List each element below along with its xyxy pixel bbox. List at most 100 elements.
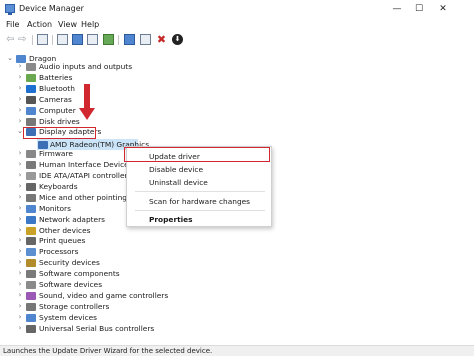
expand-chevron-icon[interactable]: › — [16, 214, 24, 225]
category-icon — [26, 215, 36, 224]
expand-chevron-icon[interactable]: › — [16, 203, 24, 214]
category-icon — [26, 302, 36, 311]
status-bar: Launches the Update Driver Wizard for th… — [0, 345, 474, 356]
tree-item-processors[interactable]: › Processors — [0, 246, 220, 257]
download-icon[interactable]: ⬇ — [172, 34, 183, 45]
expand-chevron-icon[interactable]: › — [16, 279, 24, 290]
tree-item-software-components[interactable]: › Software components — [0, 268, 220, 279]
menu-file[interactable]: File — [6, 20, 19, 29]
expand-chevron-icon[interactable]: › — [16, 312, 24, 323]
category-icon — [26, 193, 36, 202]
category-icon — [26, 226, 36, 235]
expand-chevron-icon[interactable]: › — [16, 148, 24, 159]
tree-item-label: Processors — [39, 247, 79, 257]
forward-arrow-icon[interactable]: ⇨ — [18, 34, 29, 45]
menu-bar: File Action View Help — [0, 18, 474, 32]
expand-chevron-icon[interactable]: › — [16, 159, 24, 170]
tree-item-disk-drives[interactable]: › Disk drives — [0, 116, 220, 127]
uninstall-icon[interactable]: ✖ — [156, 34, 167, 45]
tree-item-security-devices[interactable]: › Security devices — [0, 257, 220, 268]
category-icon — [26, 204, 36, 213]
tree-item-computer[interactable]: › Computer — [0, 105, 220, 116]
tree-item-system-devices[interactable]: › System devices — [0, 312, 220, 323]
menu-separator — [135, 210, 265, 211]
toolbar: ⇦ ⇨ ✖ ⬇ — [0, 32, 474, 47]
category-icon — [26, 259, 36, 268]
update-driver-icon[interactable] — [87, 34, 98, 45]
menu-item-scan-hardware[interactable]: Scan for hardware changes — [149, 197, 250, 206]
tree-item-label: Monitors — [39, 203, 71, 213]
menu-item-uninstall-device[interactable]: Uninstall device — [149, 178, 208, 187]
category-icon — [26, 150, 36, 159]
category-icon — [26, 172, 36, 180]
device-icon[interactable] — [140, 34, 151, 45]
category-icon — [26, 106, 36, 115]
category-icon — [26, 182, 36, 191]
tree-item-label: Software components — [39, 269, 120, 279]
tree-item-label: System devices — [39, 312, 98, 322]
tree-item-bluetooth[interactable]: › Bluetooth — [0, 83, 220, 94]
tree-item-print-queues[interactable]: › Print queues — [0, 235, 220, 246]
expand-chevron-icon[interactable]: › — [16, 170, 24, 181]
scan-hardware-icon[interactable] — [103, 34, 114, 45]
expand-chevron-icon[interactable]: › — [16, 290, 24, 301]
category-icon — [26, 291, 36, 300]
expand-chevron-icon[interactable]: › — [16, 181, 24, 192]
expand-chevron-icon[interactable]: › — [16, 225, 24, 236]
tree-item-label: Other devices — [39, 225, 91, 235]
expand-chevron-icon[interactable]: › — [16, 83, 24, 94]
tree-item-batteries[interactable]: › Batteries — [0, 72, 220, 83]
toolbar-separator — [32, 35, 33, 45]
menu-view[interactable]: View — [58, 20, 77, 29]
category-icon — [26, 84, 36, 93]
menu-action[interactable]: Action — [27, 20, 52, 29]
expand-chevron-icon[interactable]: › — [16, 323, 24, 334]
category-icon — [26, 324, 36, 333]
add-legacy-icon[interactable] — [124, 34, 135, 45]
category-icon — [26, 117, 36, 126]
expand-chevron-icon[interactable]: › — [16, 301, 24, 312]
show-hidden-icon[interactable] — [57, 34, 68, 45]
tree-item-label: Human Interface Devices — [39, 160, 133, 170]
minimize-button[interactable]: — — [386, 0, 408, 18]
tree-item-cameras[interactable]: › Cameras — [0, 94, 220, 105]
tree-item-label: Keyboards — [39, 181, 78, 191]
close-button[interactable]: ✕ — [432, 0, 454, 18]
expand-chevron-icon[interactable]: › — [16, 61, 24, 72]
tree-item-storage-controllers[interactable]: › Storage controllers — [0, 301, 220, 312]
expand-chevron-icon[interactable]: › — [16, 268, 24, 279]
tree-item-audio-inputs-and-outputs[interactable]: › Audio inputs and outputs — [0, 61, 220, 72]
device-manager-app-icon — [5, 4, 15, 15]
expand-chevron-icon[interactable]: › — [16, 257, 24, 268]
menu-item-disable-device[interactable]: Disable device — [149, 165, 203, 174]
expand-chevron-icon[interactable]: › — [16, 105, 24, 116]
tree-item-label: Cameras — [39, 94, 72, 104]
expand-chevron-icon[interactable]: › — [16, 192, 24, 203]
tree-item-sound-video-and-game-controllers[interactable]: › Sound, video and game controllers — [0, 290, 220, 301]
properties-icon[interactable] — [37, 34, 48, 45]
title-bar: Device Manager — ☐ ✕ — [0, 0, 474, 18]
tree-item-label: Software devices — [39, 280, 103, 289]
category-icon — [26, 237, 36, 246]
help-icon[interactable] — [72, 34, 83, 45]
expand-chevron-icon[interactable]: › — [16, 116, 24, 127]
tree-item-label: Storage controllers — [39, 301, 110, 311]
expand-chevron-icon[interactable]: › — [16, 235, 24, 246]
tree-item-label: Computer — [39, 105, 76, 115]
tree-item-label: IDE ATA/ATAPI controllers — [39, 171, 132, 180]
menu-help[interactable]: Help — [81, 20, 99, 29]
window-title: Device Manager — [19, 4, 84, 13]
expand-chevron-icon[interactable]: › — [16, 94, 24, 105]
tree-item-software-devices[interactable]: › Software devices — [0, 279, 220, 290]
tree-item-label: Audio inputs and outputs — [39, 62, 133, 71]
expand-chevron-icon[interactable]: › — [16, 72, 24, 83]
menu-item-properties[interactable]: Properties — [149, 215, 193, 224]
tree-item-label: Bluetooth — [39, 83, 75, 93]
tree-item-universal-serial-bus-controllers[interactable]: › Universal Serial Bus controllers — [0, 323, 220, 334]
annotation-arrow-head — [79, 108, 95, 120]
tree-item-label: Disk drives — [39, 116, 80, 126]
tree-item-label: Security devices — [39, 258, 100, 268]
back-arrow-icon[interactable]: ⇦ — [6, 34, 17, 45]
expand-chevron-icon[interactable]: › — [16, 246, 24, 257]
maximize-button[interactable]: ☐ — [408, 0, 430, 18]
